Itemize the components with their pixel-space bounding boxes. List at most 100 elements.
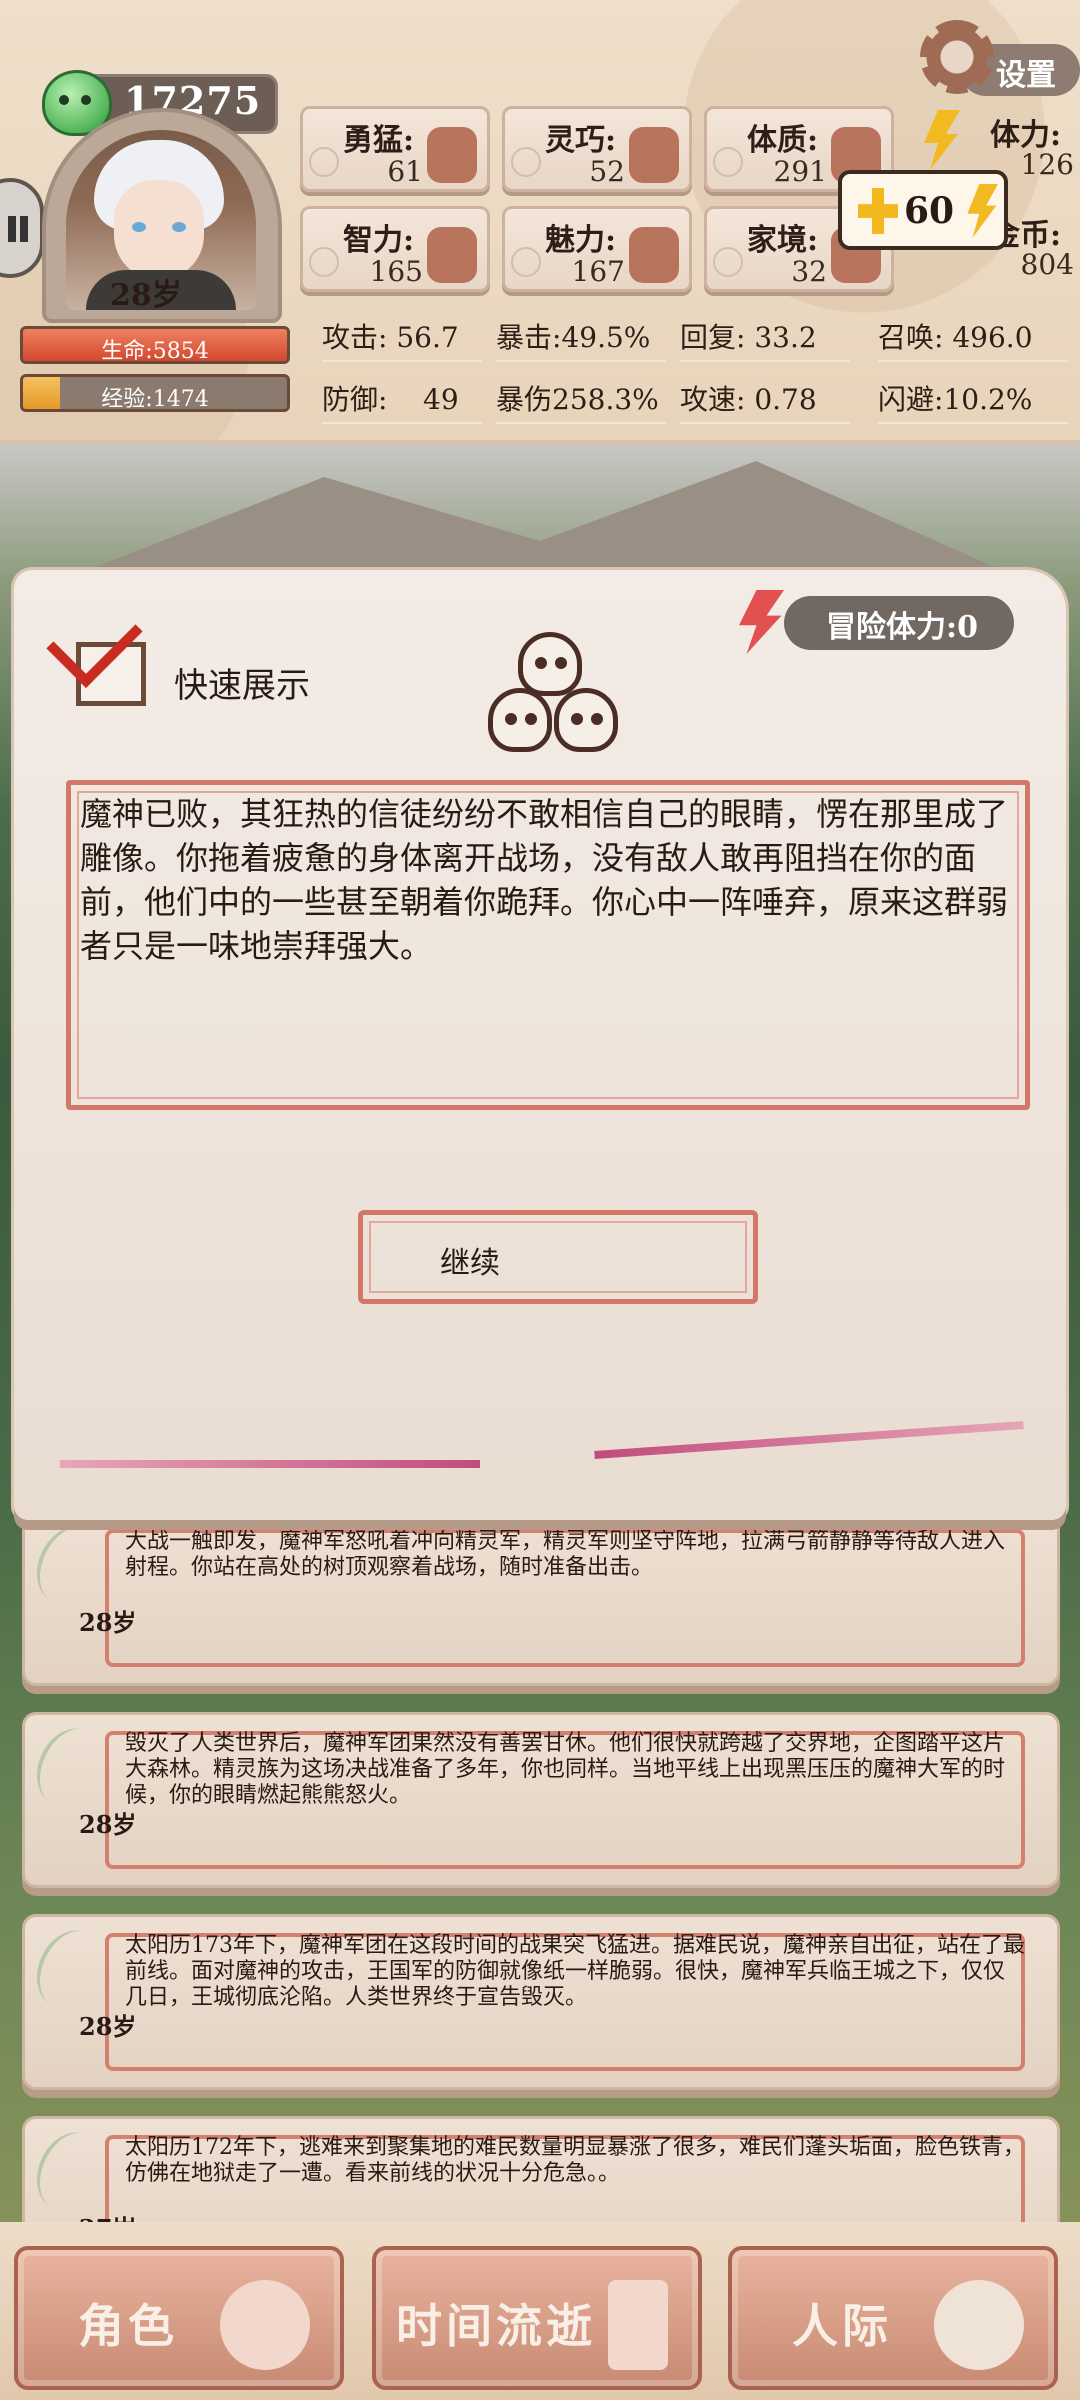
age-label: 28岁 — [110, 278, 182, 313]
stat-value: 49.5% — [561, 321, 651, 354]
nav-label: 角色 — [78, 2299, 178, 2353]
ornament — [309, 247, 339, 277]
fist-icon — [427, 127, 477, 183]
event-text: 太阳历172年下，逃难来到聚集地的难民数量明显暴涨了很多，难民们蓬头垢面，脸色铁… — [125, 2135, 1025, 2186]
ornament — [309, 147, 339, 177]
exp-label: 经验:1474 — [101, 387, 209, 412]
decorative-flourish — [60, 1460, 480, 1468]
gold-value: 804 — [1020, 248, 1074, 281]
ornament — [511, 147, 541, 177]
continue-button[interactable] — [358, 1210, 758, 1304]
stat-evasion: 闪避:10.2% — [878, 368, 1068, 424]
gear-icon[interactable] — [920, 20, 994, 94]
stat-attack: 攻击: 56.7 — [322, 306, 482, 362]
attr-name: 智力: — [343, 223, 415, 258]
nav-time-pass-button[interactable]: 时间流逝 — [372, 2246, 702, 2390]
event-age: 28岁 — [79, 1810, 137, 1839]
stat-regen: 回复: 33.2 — [680, 306, 850, 362]
nav-character-button[interactable]: 角色 — [14, 2246, 344, 2390]
event-card[interactable]: 28岁 毁灭了人类世界后，魔神军团果然没有善罢甘休。他们很快就跨越了交界地，企图… — [22, 1712, 1060, 1888]
stat-defense: 防御: 49 — [322, 368, 482, 424]
stat-label: 暴击: — [496, 321, 562, 354]
attr-card-agility[interactable]: 灵巧: 52 — [502, 106, 692, 192]
attr-name: 魅力: — [545, 223, 617, 258]
character-icon — [220, 2280, 310, 2370]
feather-icon — [24, 1718, 114, 1816]
stat-value: 258.3% — [552, 383, 659, 416]
ornament — [713, 247, 743, 277]
feather-icon — [24, 2122, 114, 2220]
avatar-eye — [132, 222, 146, 232]
attr-value: 165 — [369, 255, 423, 288]
flower-icon — [629, 227, 679, 283]
stat-label: 召唤: — [878, 321, 944, 354]
combat-stats: 攻击: 56.7 暴击:49.5% 回复: 33.2 召唤: 496.0 防御:… — [310, 306, 1070, 432]
settings-label[interactable]: 设置 — [996, 50, 1056, 94]
decorative-flourish — [594, 1421, 1024, 1459]
ornament — [713, 147, 743, 177]
stat-summon: 召唤: 496.0 — [878, 306, 1068, 362]
stamina-bolt-icon — [924, 110, 960, 170]
nav-label: 时间流逝 — [396, 2299, 596, 2353]
skull-icon — [554, 688, 618, 752]
attr-name: 灵巧: — [545, 123, 617, 158]
attr-card-bravery[interactable]: 勇猛: 61 — [300, 106, 490, 192]
bottom-navigation: 角色 时间流逝 人际 — [0, 2222, 1080, 2400]
continue-label[interactable]: 继续 — [440, 1238, 500, 1282]
stamina-plus-box[interactable]: 60 — [838, 170, 1008, 250]
stat-label: 防御: — [322, 383, 388, 416]
attr-card-charm[interactable]: 魅力: 167 — [502, 206, 692, 292]
stat-value: 0.78 — [754, 383, 817, 416]
stat-label: 攻速: — [680, 383, 746, 416]
event-card[interactable]: 28岁 大战一触即发，魔神军怒吼着冲向精灵军，精灵军则坚守阵地，拉满弓箭静静等待… — [22, 1510, 1060, 1686]
stat-crit: 暴击:49.5% — [496, 306, 666, 362]
attr-value: 52 — [589, 155, 625, 188]
feather-icon — [24, 1920, 114, 2018]
stat-label: 闪避: — [878, 383, 944, 416]
cloak-icon — [629, 127, 679, 183]
pause-button[interactable] — [0, 178, 44, 278]
stat-value: 49 — [423, 383, 459, 416]
attr-value: 61 — [387, 155, 423, 188]
stat-crit-damage: 暴伤258.3% — [496, 368, 666, 424]
stat-value: 33.2 — [754, 321, 817, 354]
stat-label: 回复: — [680, 321, 746, 354]
story-text: 魔神已败，其狂热的信徒纷纷不敢相信自己的眼睛，愣在那里成了雕像。你拖着疲惫的身体… — [80, 795, 1009, 965]
adventure-stamina-icon — [739, 590, 784, 654]
hourglass-icon — [608, 2280, 668, 2370]
stat-label: 攻击: — [322, 321, 388, 354]
nav-label: 人际 — [792, 2299, 892, 2353]
avatar-face — [114, 180, 204, 280]
bolt-icon — [967, 184, 998, 238]
feather-icon — [24, 1516, 114, 1614]
people-icon — [934, 2280, 1024, 2370]
plus-value: 60 — [904, 190, 955, 232]
stat-attack-speed: 攻速: 0.78 — [680, 368, 850, 424]
quick-show-label[interactable]: 快速展示 — [174, 658, 310, 707]
stat-label: 暴伤 — [496, 383, 553, 416]
attr-name: 勇猛: — [343, 123, 415, 158]
event-card[interactable]: 28岁 太阳历173年下，魔神军团在这段时间的战果突飞猛进。据难民说，魔神亲自出… — [22, 1914, 1060, 2090]
event-dialog: 快速展示 冒险体力:0 魔神已败，其狂热的信徒纷纷不敢相信自己的眼睛，愣在那里成… — [14, 570, 1066, 1520]
attr-name: 家境: — [747, 223, 819, 258]
attr-card-intelligence[interactable]: 智力: 165 — [300, 206, 490, 292]
stat-value: 496.0 — [952, 321, 1033, 354]
character-header: 17275 28岁 生命:5854 经验:1474 勇猛: 61 灵巧: 52 … — [0, 0, 1080, 440]
exp-bar: 经验:1474 — [20, 374, 290, 412]
nav-relations-button[interactable]: 人际 — [728, 2246, 1058, 2390]
event-text: 毁灭了人类世界后，魔神军团果然没有善罢甘休。他们很快就跨越了交界地，企图踏平这片… — [125, 1731, 1006, 1808]
stat-value: 56.7 — [396, 321, 459, 354]
hp-label: 生命:5854 — [101, 339, 209, 364]
adventure-stamina-label: 冒险体力:0 — [826, 610, 978, 645]
event-age: 28岁 — [79, 1608, 137, 1637]
avatar-eye — [172, 222, 186, 232]
event-text: 大战一触即发，魔神军怒吼着冲向精灵军，精灵军则坚守阵地，拉满弓箭静静等待敌人进入… — [125, 1529, 1006, 1580]
attr-name: 体质: — [747, 123, 819, 158]
skull-icon — [488, 688, 552, 752]
hp-bar: 生命:5854 — [20, 326, 290, 364]
skull-icon — [518, 632, 582, 696]
event-text: 太阳历173年下，魔神军团在这段时间的战果突飞猛进。据难民说，魔神亲自出征，站在… — [125, 1933, 1025, 2010]
attr-value: 32 — [791, 255, 827, 288]
ornament — [511, 247, 541, 277]
attr-value: 167 — [571, 255, 625, 288]
